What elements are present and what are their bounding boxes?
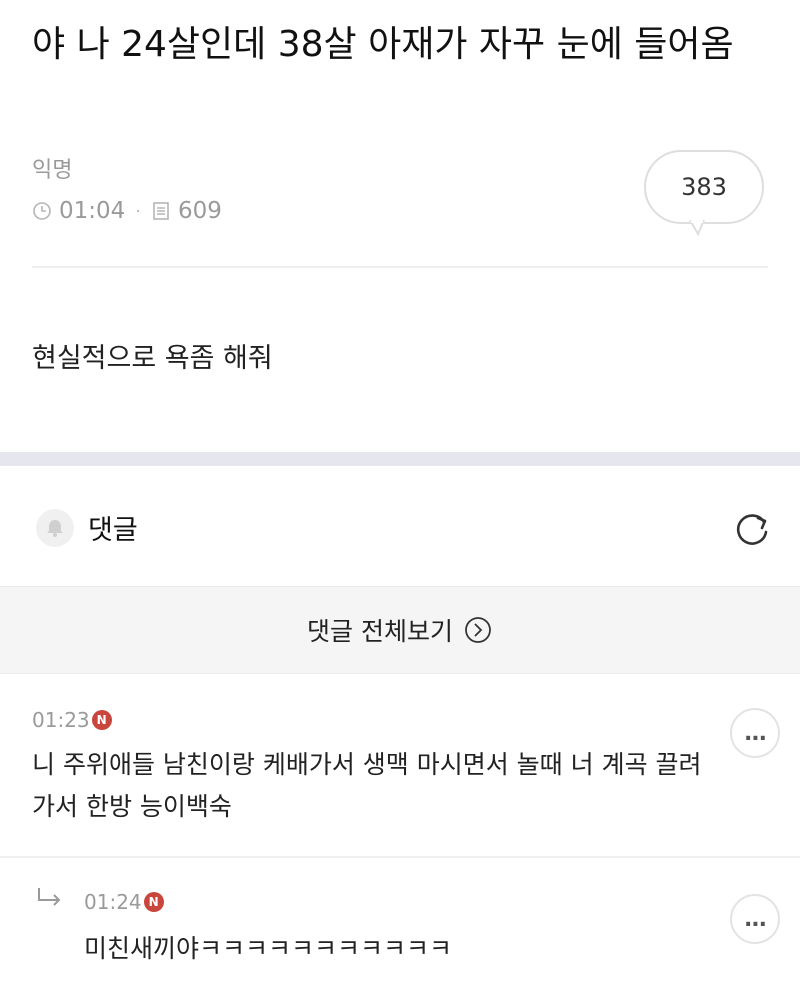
reply-text: 미친새끼야ㅋㅋㅋㅋㅋㅋㅋㅋㅋㅋㅋ <box>84 934 453 963</box>
section-separator <box>0 452 800 466</box>
comment-text: 니 주위애들 남친이랑 케배가서 생맥 마시면서 놀때 너 계곡 끌려가서 한방… <box>32 750 702 821</box>
view-all-comments-button[interactable]: 댓글 전체보기 <box>0 586 800 674</box>
circle-chevron-right-icon <box>465 617 491 643</box>
post-title: 야 나 24살인데 38살 아재가 자꾸 눈에 들어옴 <box>32 24 734 65</box>
post-meta: 01:04 · 609 <box>32 198 222 224</box>
reply-time-row: 01:24 N <box>84 890 164 914</box>
refresh-icon[interactable] <box>730 508 774 552</box>
post-divider <box>32 266 768 268</box>
document-icon <box>153 202 169 220</box>
comment-item: 01:23 N 니 주위애들 남친이랑 케배가서 생맥 마시면서 놀때 너 계곡… <box>0 700 800 856</box>
comment-count: 383 <box>681 173 727 201</box>
post-views: 609 <box>178 198 222 224</box>
more-icon[interactable]: ... <box>730 894 780 944</box>
reply-item: 01:24 N 미친새끼야ㅋㅋㅋㅋㅋㅋㅋㅋㅋㅋㅋ ... <box>0 880 800 980</box>
comment-time: 01:23 <box>32 708 90 732</box>
comments-label: 댓글 <box>88 515 138 546</box>
meta-separator: · <box>135 200 142 222</box>
comments-header: 댓글 <box>36 508 138 547</box>
bubble-tail-icon <box>689 220 705 236</box>
post-body: 현실적으로 욕좀 해줘 <box>32 343 273 374</box>
comment-count-bubble[interactable]: 383 <box>644 150 764 224</box>
clock-icon <box>33 202 51 220</box>
reply-time: 01:24 <box>84 890 142 914</box>
view-all-label: 댓글 전체보기 <box>307 617 453 646</box>
post-author: 익명 <box>32 158 73 183</box>
more-icon[interactable]: ... <box>730 708 780 758</box>
comment-time-row: 01:23 N <box>32 708 112 732</box>
bell-icon[interactable] <box>36 508 74 547</box>
comment-divider <box>0 856 800 858</box>
post-time: 01:04 <box>59 198 126 224</box>
new-badge: N <box>91 710 112 730</box>
reply-arrow-icon <box>38 888 61 906</box>
new-badge: N <box>143 892 164 912</box>
